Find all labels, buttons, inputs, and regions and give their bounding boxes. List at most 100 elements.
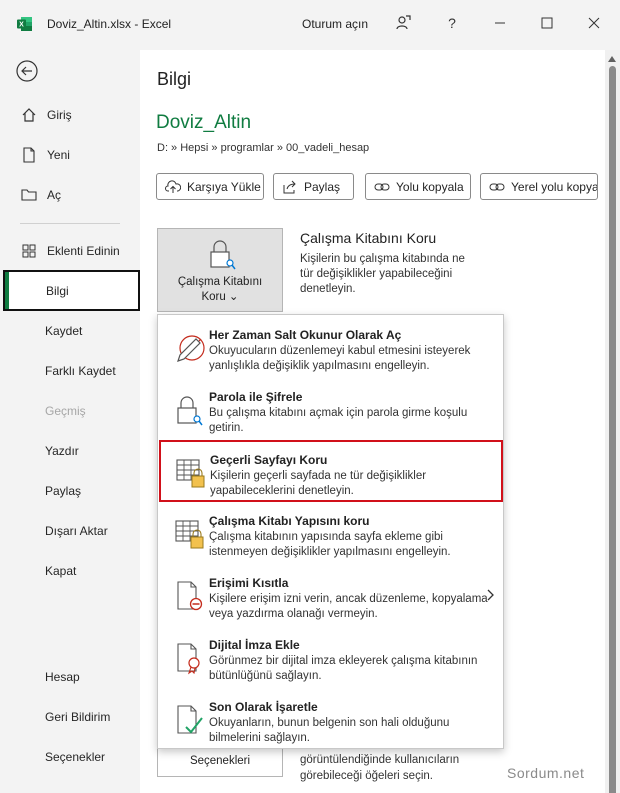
menu-item-title: Çalışma Kitabı Yapısını koru (209, 514, 370, 528)
menu-item-restrict-access[interactable]: Erişimi Kısıtla Kişilere erişim izni ver… (160, 565, 501, 627)
maximize-button[interactable] (538, 14, 556, 32)
sidebar-item-label: Aç (47, 188, 62, 202)
link-icon (489, 179, 505, 195)
sidebar-divider (20, 223, 120, 224)
sidebar-item-account[interactable]: Hesap (4, 658, 139, 696)
protect-workbook-label: Çalışma Kitabını Koru ⌄ (158, 275, 282, 305)
close-window-button[interactable] (585, 14, 603, 32)
sidebar-item-label: Kapat (45, 564, 77, 578)
sidebar-item-label: Geri Bildirim (45, 710, 111, 724)
restrict-access-icon (177, 581, 203, 611)
share-icon (282, 179, 298, 195)
menu-item-always-open-read-only[interactable]: Her Zaman Salt Okunur Olarak Aç Okuyucul… (160, 317, 501, 379)
back-arrow-icon[interactable] (16, 60, 38, 82)
document-name: Doviz_Altin (156, 112, 252, 133)
home-icon (20, 106, 38, 124)
window-title: Doviz_Altin.xlsx - Excel (47, 17, 172, 31)
sidebar-item-label: Yeni (47, 148, 70, 162)
browser-view-description: görüntülendiğinde kullanıcıların görebil… (300, 754, 460, 782)
vertical-scrollbar[interactable] (605, 50, 620, 793)
protect-workbook-menu: Her Zaman Salt Okunur Olarak Aç Okuyucul… (157, 314, 504, 749)
sidebar-item-feedback[interactable]: Geri Bildirim (4, 698, 139, 736)
document-path: D: » Hepsi » programlar » 00_vadeli_hesa… (157, 142, 370, 154)
new-document-icon (20, 146, 38, 164)
sidebar-item-label: Yazdır (45, 444, 79, 458)
menu-item-description: Okuyanların, bunun belgenin son hali old… (209, 717, 450, 744)
menu-item-mark-as-final[interactable]: Son Olarak İşaretle Okuyanların, bunun b… (160, 689, 501, 751)
chevron-right-icon (487, 589, 494, 601)
sidebar-item-share[interactable]: Paylaş (4, 472, 139, 510)
upload-icon (165, 179, 181, 195)
menu-item-protect-current-sheet[interactable]: Geçerli Sayfayı Koru Kişilerin geçerli s… (159, 440, 503, 502)
copy-local-path-button[interactable]: Yerel yolu kopya (480, 173, 598, 200)
menu-item-description: Çalışma kitabının yapısında sayfa ekleme… (209, 531, 451, 558)
sidebar-item-label: Farklı Kaydet (45, 364, 116, 378)
password-lock-icon (177, 396, 203, 426)
sidebar-item-options[interactable]: Seçenekler (4, 738, 139, 776)
sidebar-item-open[interactable]: Aç (4, 176, 139, 214)
scroll-thumb[interactable] (609, 66, 616, 793)
sidebar-item-label: Kaydet (45, 324, 83, 338)
sign-in-link[interactable]: Oturum açın (302, 17, 368, 31)
lock-key-icon (210, 240, 236, 270)
protect-workbook-button[interactable]: Çalışma Kitabını Koru ⌄ (157, 228, 283, 312)
protect-label-line2: Koru ⌄ (201, 291, 239, 303)
sidebar-item-close[interactable]: Kapat (4, 552, 139, 590)
folder-icon (20, 186, 38, 204)
workbook-structure-lock-icon (175, 520, 204, 549)
menu-item-description: Kişilerin geçerli sayfada ne tür değişik… (210, 470, 427, 497)
menu-item-add-digital-signature[interactable]: Dijital İmza Ekle Görünmez bir dijital i… (160, 627, 501, 689)
protect-label-line1: Çalışma Kitabını (177, 276, 263, 288)
upload-button[interactable]: Karşıya Yükle (156, 173, 264, 200)
mark-final-icon (177, 705, 203, 734)
menu-item-encrypt-with-password[interactable]: Parola ile Şifrele Bu çalışma kitabını a… (160, 379, 501, 441)
sidebar-item-save[interactable]: Kaydet (4, 312, 139, 350)
minimize-button[interactable] (491, 14, 509, 32)
sheet-lock-icon (176, 459, 205, 488)
sidebar-item-label: Seçenekler (45, 750, 106, 764)
title-bar: X Doviz_Altin.xlsx - Excel Oturum açın ? (0, 0, 620, 50)
link-icon (374, 179, 390, 195)
copy-path-button[interactable]: Yolu kopyala (365, 173, 471, 200)
sidebar-item-label: Giriş (47, 108, 72, 122)
sidebar-item-label: Geçmiş (45, 404, 86, 418)
grid-icon (20, 242, 38, 260)
sidebar-item-home[interactable]: Giriş (4, 96, 139, 134)
page-title: Bilgi (157, 69, 192, 89)
menu-item-title: Parola ile Şifrele (209, 390, 303, 404)
sidebar-item-history: Geçmiş (4, 392, 139, 430)
watermark: Sordum.net (507, 765, 585, 781)
sidebar-item-export[interactable]: Dışarı Aktar (4, 512, 139, 550)
sidebar-item-info[interactable]: Bilgi (3, 270, 140, 311)
menu-item-title: Son Olarak İşaretle (209, 700, 318, 714)
menu-item-description: Görünmez bir dijital imza ekleyerek çalı… (209, 655, 478, 682)
copy-local-path-button-label: Yerel yolu kopya (511, 179, 598, 194)
sidebar-item-new[interactable]: Yeni (4, 136, 139, 174)
menu-item-title: Her Zaman Salt Okunur Olarak Aç (209, 328, 402, 342)
menu-item-title: Dijital İmza Ekle (209, 638, 300, 652)
share-button-label: Paylaş (304, 179, 341, 194)
svg-text:X: X (19, 22, 24, 29)
share-button[interactable]: Paylaş (273, 173, 354, 200)
sidebar-item-addins[interactable]: Eklenti Edinin (4, 232, 139, 270)
menu-item-title: Erişimi Kısıtla (209, 576, 289, 590)
browser-options-label: Seçenekleri (189, 755, 251, 767)
sidebar-item-print[interactable]: Yazdır (4, 432, 139, 470)
protect-section-description: Kişilerin bu çalışma kitabında ne tür de… (300, 253, 465, 295)
read-only-pencil-icon (177, 335, 205, 362)
menu-item-title: Geçerli Sayfayı Koru (210, 453, 328, 467)
sidebar-item-label: Hesap (45, 670, 80, 684)
sidebar-item-label: Dışarı Aktar (45, 524, 108, 538)
digital-signature-icon (177, 643, 200, 675)
menu-item-description: Kişilere erişim izni verin, ancak düzenl… (209, 593, 488, 620)
coauthor-icon[interactable] (394, 14, 412, 32)
sidebar-item-label: Bilgi (46, 283, 69, 298)
scroll-up-arrow-icon[interactable] (608, 56, 616, 62)
menu-item-protect-workbook-structure[interactable]: Çalışma Kitabı Yapısını koru Çalışma kit… (160, 503, 501, 565)
selection-indicator (5, 272, 9, 309)
copy-path-button-label: Yolu kopyala (396, 179, 464, 194)
sidebar-item-label: Paylaş (45, 484, 82, 498)
help-button[interactable]: ? (443, 14, 461, 32)
sidebar-item-saveas[interactable]: Farklı Kaydet (4, 352, 139, 390)
excel-logo-icon: X (17, 17, 32, 31)
